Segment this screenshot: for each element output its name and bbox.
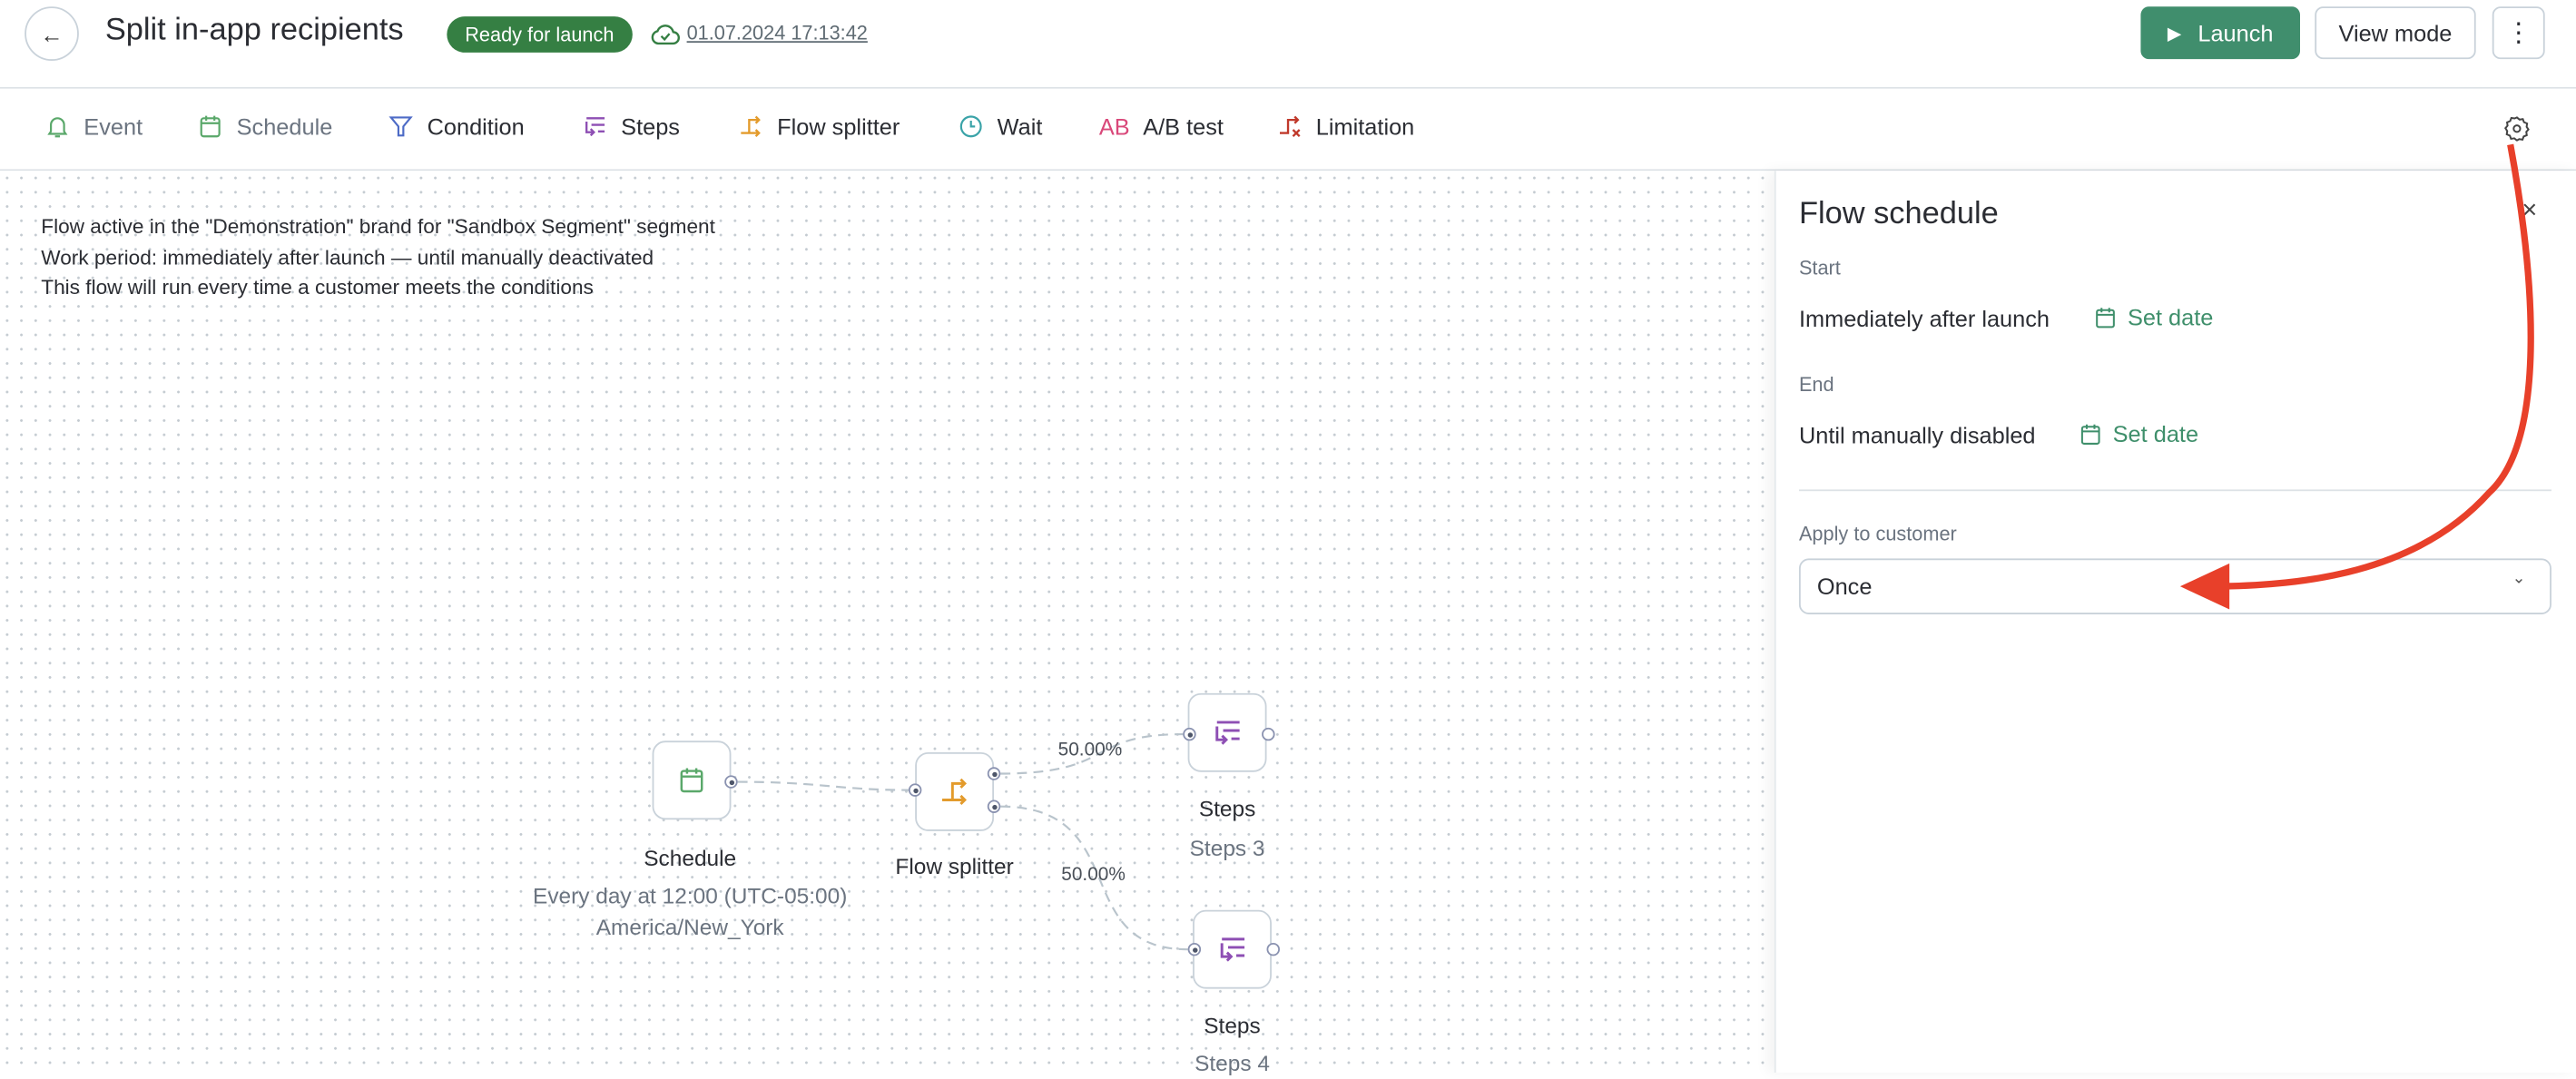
annotation-arrow [2179,143,2534,610]
